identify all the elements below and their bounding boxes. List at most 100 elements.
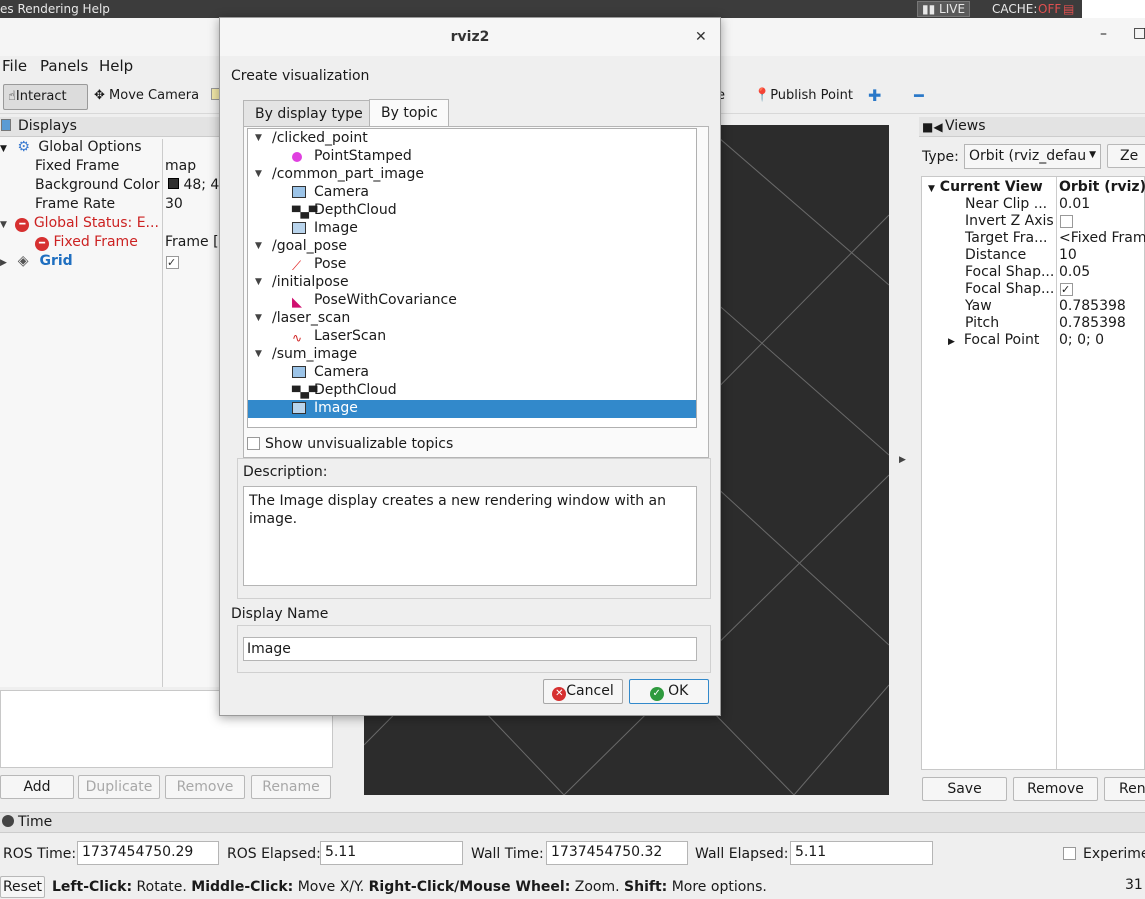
error-icon: ━ [15, 218, 30, 232]
display-type-row[interactable]: Camera [248, 364, 696, 382]
rename-display-button[interactable]: Rename [251, 775, 331, 799]
frame-rate-value[interactable]: 30 [165, 196, 183, 215]
topic-label: /initialpose [272, 274, 349, 290]
grid-enabled-checkbox[interactable]: ✓ [166, 256, 179, 269]
focal-shape-size-value[interactable]: 0.05 [1059, 264, 1090, 283]
cache-state[interactable]: OFF [1038, 2, 1061, 16]
remove-view-button[interactable]: Remove [1013, 777, 1098, 801]
display-type-row[interactable]: Image [248, 400, 696, 418]
add-tool-icon[interactable]: ✚ [864, 82, 885, 108]
view-type-select[interactable]: Orbit (rviz_defau ▼ [964, 144, 1101, 169]
status-fixed-frame-label: Fixed Frame [53, 234, 138, 250]
hint-middle-click-action: Move X/Y. [293, 879, 369, 895]
show-unvisualizable-checkbox[interactable] [247, 437, 260, 450]
tree-global-options[interactable]: ▼ ⚙ Global Options [0, 139, 142, 158]
display-type-row[interactable]: ▀▄▀ DepthCloud [248, 382, 696, 400]
global-status-label: Global Status: E... [33, 215, 159, 231]
menu-help[interactable]: Help [99, 57, 133, 75]
display-name-input[interactable]: Image [243, 637, 697, 661]
display-type-label: Image [314, 220, 358, 236]
time-header: Time [0, 813, 1145, 833]
minimize-icon[interactable]: – [1100, 26, 1107, 42]
fixed-frame-value[interactable]: map [165, 158, 196, 177]
reset-button[interactable]: Reset [0, 876, 45, 898]
close-icon[interactable]: ✕ [695, 18, 707, 56]
camera-icon [292, 366, 306, 379]
remove-display-button[interactable]: Remove [165, 775, 245, 799]
display-type-row[interactable]: PointStamped [248, 148, 696, 166]
tab-by-display-type[interactable]: By display type [243, 100, 370, 128]
experimental-checkbox[interactable] [1063, 847, 1076, 860]
display-type-label: Image [314, 400, 358, 416]
display-type-row[interactable]: ∿ LaserScan [248, 328, 696, 346]
menu-file[interactable]: File [2, 57, 27, 75]
add-display-button[interactable]: Add [0, 775, 74, 799]
pose-covariance-icon: ◣ [292, 295, 302, 310]
zero-view-button[interactable]: Ze [1107, 144, 1145, 168]
chevron-down-icon: ▼ [255, 241, 262, 251]
display-type-row[interactable]: Camera [248, 184, 696, 202]
rename-view-button[interactable]: Ren [1104, 777, 1145, 801]
interact-button[interactable]: ☝Interact [3, 84, 88, 110]
topic-row[interactable]: ▼ /initialpose [248, 274, 696, 292]
tree-global-status[interactable]: ▼ ━ Global Status: E... [0, 215, 159, 234]
move-camera-label: Move Camera [109, 88, 200, 103]
color-swatch-icon [168, 178, 179, 189]
save-view-button[interactable]: Save [922, 777, 1007, 801]
live-badge[interactable]: ▮▮ LIVE [917, 1, 971, 17]
publish-point-button[interactable]: 📍Publish Point [750, 84, 857, 110]
focal-point-value[interactable]: 0; 0; 0 [1059, 332, 1104, 351]
cache-label: CACHE: [992, 2, 1038, 16]
pose-icon: ⟋ [292, 259, 302, 274]
collapse-right-icon[interactable]: ▶ [899, 455, 906, 465]
views-title: Views [945, 118, 986, 134]
display-type-row[interactable]: ◣ PoseWithCovariance [248, 292, 696, 310]
focal-shape-fixed-checkbox[interactable]: ✓ [1060, 283, 1073, 296]
topic-tree[interactable]: ▼ /clicked_point PointStamped ▼ /common_part… [247, 128, 697, 428]
near-clip-value[interactable]: 0.01 [1059, 196, 1090, 215]
system-topbar: es Rendering Help ▮▮ LIVE CACHE: OFF ▤ [0, 0, 1145, 18]
ok-button[interactable]: ✓ OK [629, 679, 709, 704]
topic-row[interactable]: ▼ /sum_image [248, 346, 696, 364]
topic-row[interactable]: ▼ /common_part_image [248, 166, 696, 184]
display-type-label: Camera [314, 364, 369, 380]
display-type-row[interactable]: ⟋ Pose [248, 256, 696, 274]
move-camera-button[interactable]: ✥ Move Camera [90, 84, 203, 110]
topic-row[interactable]: ▼ /clicked_point [248, 130, 696, 148]
maximize-icon[interactable]: □ [1133, 25, 1145, 41]
topic-row[interactable]: ▼ /laser_scan [248, 310, 696, 328]
ros-time-field[interactable]: 1737454750.29 [77, 841, 219, 865]
grid-icon: ◈ [17, 253, 29, 269]
wall-time-field[interactable]: 1737454750.32 [546, 841, 688, 865]
tab-by-topic[interactable]: By topic [369, 99, 449, 128]
invert-z-checkbox[interactable] [1060, 215, 1073, 228]
grid-label: Grid [39, 253, 73, 269]
remove-tool-icon[interactable]: ━ [910, 82, 928, 108]
topic-label: /laser_scan [272, 310, 351, 326]
cancel-button[interactable]: ✕ Cancel [543, 679, 623, 704]
display-type-row[interactable]: Image [248, 220, 696, 238]
menu-panels[interactable]: Panels [40, 57, 88, 75]
clock-icon [2, 815, 14, 827]
ros-elapsed-field[interactable]: 5.11 [320, 841, 463, 865]
chevron-down-icon: ▼ [255, 313, 262, 323]
tree-grid[interactable]: ▶ ◈ Grid [0, 253, 73, 272]
hint-shift: Shift: [624, 879, 668, 895]
focal-point-row[interactable]: ▶ Focal Point [948, 332, 1039, 351]
tree-status-fixed-frame[interactable]: ━ Fixed Frame [35, 234, 138, 253]
topic-label: /common_part_image [272, 166, 425, 182]
global-options-label: Global Options [38, 139, 142, 155]
fps-counter: 31 [1125, 877, 1143, 893]
show-unvisualizable-label: Show unvisualizable topics [265, 436, 454, 452]
display-type-row[interactable]: ▀▄▀ DepthCloud [248, 202, 696, 220]
topic-label: /clicked_point [272, 130, 368, 146]
wall-elapsed-field[interactable]: 5.11 [790, 841, 933, 865]
topic-row[interactable]: ▼ /goal_pose [248, 238, 696, 256]
display-type-label: DepthCloud [314, 202, 397, 218]
chevron-down-icon: ▼ [1089, 150, 1096, 160]
display-type-label: Camera [314, 184, 369, 200]
system-menu[interactable]: es Rendering Help [0, 2, 110, 16]
interact-label: Interact [15, 89, 67, 104]
display-type-label: PointStamped [314, 148, 412, 164]
duplicate-display-button[interactable]: Duplicate [78, 775, 160, 799]
